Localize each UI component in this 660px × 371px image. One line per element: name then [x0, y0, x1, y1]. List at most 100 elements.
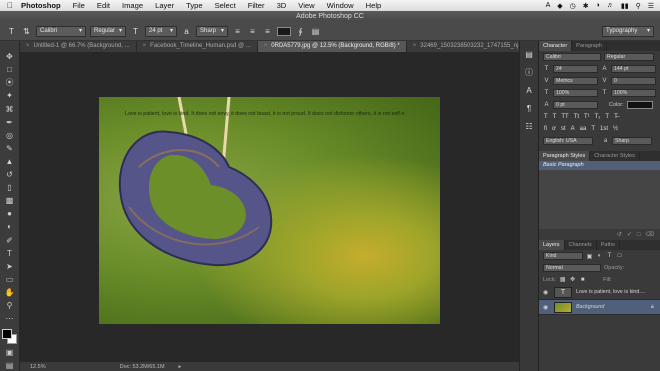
- stylistic-alternates-button[interactable]: aa: [580, 126, 587, 132]
- menu-type[interactable]: Type: [186, 1, 202, 10]
- apple-icon[interactable]: : [7, 1, 17, 10]
- tab-channels[interactable]: Channels: [565, 240, 597, 250]
- hand-tool-icon[interactable]: ✋: [3, 287, 17, 298]
- commit-icon[interactable]: ✓: [627, 231, 632, 238]
- type-tool-preset-icon[interactable]: T: [6, 26, 17, 37]
- char-horizontal-scale[interactable]: 100%: [611, 89, 656, 97]
- character-panel-toggle-icon[interactable]: ▤: [310, 26, 321, 37]
- layer-kind-filter[interactable]: Kind: [543, 252, 583, 260]
- char-size[interactable]: 24: [553, 65, 598, 73]
- antialias-select[interactable]: Sharp ▾: [196, 25, 228, 37]
- lock-position-icon[interactable]: ✥: [569, 276, 576, 283]
- text-color-swatch[interactable]: [277, 26, 291, 36]
- superscript-button[interactable]: T¹: [584, 114, 590, 120]
- menu-file[interactable]: File: [73, 1, 85, 10]
- layer-name[interactable]: Love is patient, love is kind....: [576, 289, 645, 295]
- menu-view[interactable]: View: [298, 1, 314, 10]
- tab-paragraph[interactable]: Paragraph: [572, 41, 607, 51]
- align-left-icon[interactable]: ≡: [232, 26, 243, 37]
- character-icon[interactable]: A: [524, 85, 535, 96]
- filter-pixel-icon[interactable]: ▣: [586, 253, 593, 260]
- healing-brush-tool-icon[interactable]: ◎: [3, 130, 17, 141]
- menu-window[interactable]: Window: [327, 1, 354, 10]
- filter-shape-icon[interactable]: □: [616, 253, 623, 259]
- notification-list-icon[interactable]: ☰: [648, 2, 654, 10]
- color-swatches[interactable]: [1, 329, 18, 345]
- tab-paragraph-styles[interactable]: Paragraph Styles: [539, 151, 591, 161]
- document-image[interactable]: Love is patient, love is kind. It does n…: [99, 97, 440, 324]
- blend-mode-select[interactable]: Normal: [543, 264, 601, 272]
- close-icon[interactable]: ×: [143, 41, 147, 52]
- new-style-icon[interactable]: □: [637, 232, 641, 238]
- font-size-select[interactable]: 24 pt ▾: [145, 25, 177, 37]
- menu-filter[interactable]: Filter: [248, 1, 265, 10]
- eye-icon[interactable]: ◉: [543, 304, 550, 311]
- clock-icon[interactable]: ◷: [570, 2, 576, 10]
- zoom-level[interactable]: 12.5%: [30, 364, 46, 370]
- char-tracking[interactable]: 0: [611, 77, 656, 85]
- path-select-tool-icon[interactable]: ➤: [3, 261, 17, 272]
- screen-mode-icon[interactable]: ▤: [3, 360, 17, 371]
- char-font-family[interactable]: Calibri: [543, 53, 601, 61]
- ordinals-button[interactable]: 1st: [600, 126, 608, 132]
- contextual-alternates-button[interactable]: ơ: [552, 126, 556, 132]
- font-family-select[interactable]: Calibri ▾: [36, 25, 86, 37]
- doc-tab[interactable]: × Facebook_Timeline_Human.psd @ ...: [137, 41, 258, 52]
- crop-tool-icon[interactable]: ⌘: [3, 104, 17, 115]
- all-caps-button[interactable]: TT: [561, 114, 568, 120]
- battery-icon[interactable]: ▮▮: [621, 2, 629, 10]
- quick-select-tool-icon[interactable]: ✦: [3, 91, 17, 102]
- char-language[interactable]: English: USA: [543, 137, 593, 145]
- more-tools-icon[interactable]: ⋯: [3, 313, 17, 324]
- close-icon[interactable]: ×: [413, 41, 417, 52]
- eyedropper-tool-icon[interactable]: ✒: [3, 117, 17, 128]
- subscript-button[interactable]: T₁: [595, 114, 601, 120]
- close-icon[interactable]: ×: [264, 41, 268, 52]
- dropbox-icon[interactable]: ◆: [557, 2, 562, 10]
- tab-paths[interactable]: Paths: [597, 240, 620, 250]
- type-tool-icon[interactable]: T: [3, 248, 17, 259]
- align-center-icon[interactable]: ≡: [247, 26, 258, 37]
- tab-layers[interactable]: Layers: [539, 240, 565, 250]
- layer-name[interactable]: Background: [576, 304, 604, 310]
- clear-override-icon[interactable]: ↺: [617, 231, 622, 238]
- lock-all-icon[interactable]: ■: [579, 277, 586, 283]
- menu-image[interactable]: Image: [122, 1, 143, 10]
- doc-tab[interactable]: × 32469_1503238503232_1747155_nj: [407, 41, 526, 52]
- small-caps-button[interactable]: Tt: [574, 114, 579, 120]
- glyphs-icon[interactable]: ☷: [524, 121, 535, 132]
- brush-tool-icon[interactable]: ✎: [3, 143, 17, 154]
- layer-row[interactable]: ◉ T Love is patient, love is kind....: [539, 285, 660, 300]
- doc-tab-active[interactable]: × 0RDA5779.jpg @ 12.5% (Background, RGB/…: [257, 41, 407, 52]
- volume-icon[interactable]: ♬: [607, 2, 614, 9]
- menu-help[interactable]: Help: [366, 1, 382, 10]
- faux-bold-button[interactable]: T: [544, 114, 548, 120]
- chevron-right-icon[interactable]: ▸: [179, 364, 182, 370]
- text-layer-content[interactable]: Love is patient, love is kind. It does n…: [125, 111, 404, 117]
- pen-tool-icon[interactable]: ✐: [3, 235, 17, 246]
- history-icon[interactable]: ▤: [524, 49, 535, 60]
- menu-3d[interactable]: 3D: [277, 1, 287, 10]
- lock-pixels-icon[interactable]: ▦: [559, 276, 566, 283]
- canvas-area[interactable]: Love is patient, love is kind. It does n…: [20, 52, 530, 362]
- underline-button[interactable]: T: [605, 114, 609, 120]
- menu-select[interactable]: Select: [215, 1, 236, 10]
- zoom-tool-icon[interactable]: ⚲: [3, 300, 17, 311]
- gradient-tool-icon[interactable]: ▩: [3, 195, 17, 206]
- faux-italic-button[interactable]: T: [553, 114, 557, 120]
- close-icon[interactable]: ×: [26, 41, 30, 52]
- dodge-tool-icon[interactable]: ◐: [3, 222, 17, 233]
- char-kerning[interactable]: Metrics: [553, 77, 598, 85]
- titling-alternates-button[interactable]: T: [591, 126, 595, 132]
- strikethrough-button[interactable]: T̶: [614, 114, 618, 120]
- clone-stamp-tool-icon[interactable]: ▲: [3, 156, 17, 167]
- spotlight-search-icon[interactable]: ⚲: [636, 2, 641, 10]
- char-antialias[interactable]: Sharp: [612, 137, 652, 145]
- doc-size[interactable]: Doc: 53.2M/65.1M: [120, 364, 165, 370]
- tab-character[interactable]: Character: [539, 41, 573, 51]
- menu-edit[interactable]: Edit: [97, 1, 110, 10]
- info-icon[interactable]: ⓘ: [524, 67, 535, 78]
- align-right-icon[interactable]: ≡: [262, 26, 273, 37]
- text-orientation-icon[interactable]: ⇅: [21, 26, 32, 37]
- workspace-select[interactable]: Typography ▾: [602, 25, 654, 37]
